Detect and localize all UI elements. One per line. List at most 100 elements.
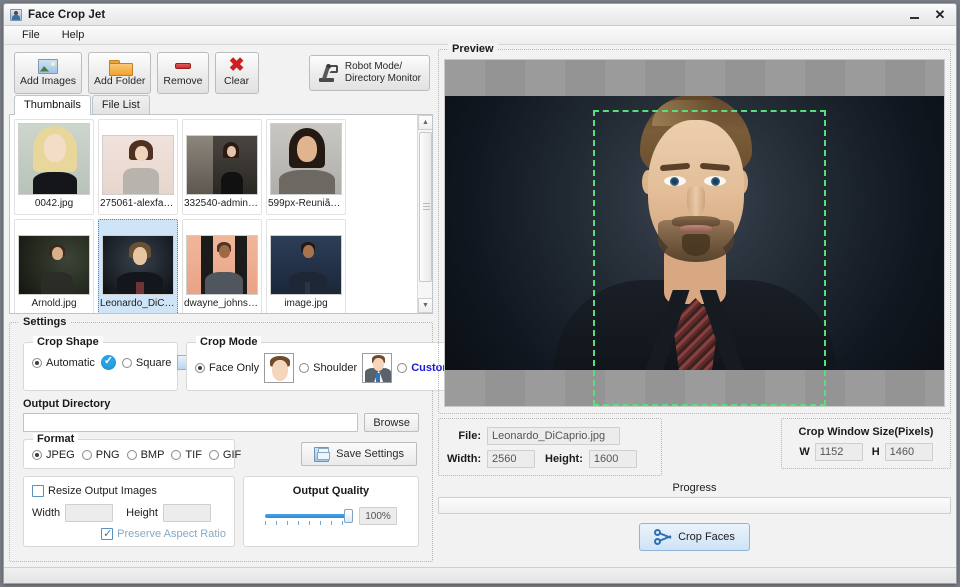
window-controls: ✕ [902,4,952,26]
list-item[interactable]: 0042.jpg [14,119,94,215]
app-window: Face Crop Jet ✕ File Help Add Images Add… [3,3,957,584]
width-label: Width: [447,453,482,465]
file-name-value: Leonardo_DiCaprio.jpg [487,427,620,445]
menu-item-help[interactable]: Help [52,27,95,43]
thumbnail-label: dwayne_johnso... [184,298,260,309]
save-settings-button[interactable]: Save Settings [301,442,417,466]
list-item[interactable]: 599px-Reunião... [266,119,346,215]
radio-format-tif[interactable]: TIF [171,449,202,461]
list-item[interactable]: dwayne_johnso... [182,219,262,313]
browse-button[interactable]: Browse [364,413,419,432]
list-item[interactable]: 332540-admin.jpg [182,119,262,215]
resize-height-input[interactable] [162,504,211,522]
list-item[interactable]: image.jpg [266,219,346,313]
preserve-aspect-ratio-checkbox[interactable]: Preserve Aspect Ratio [32,527,226,540]
crop-h-label: H [871,446,880,458]
output-quality-title: Output Quality [292,485,370,497]
scrollbar-thumb[interactable] [419,132,432,282]
crop-shape-group: Crop Shape Automatic Square [23,336,193,391]
scroll-down-arrow-icon[interactable]: ▼ [418,298,432,313]
radio-dot-icon [32,450,42,460]
minimize-button[interactable] [902,6,926,25]
scissors-icon [654,529,672,545]
add-folder-button[interactable]: Add Folder [88,51,152,94]
settings-content: Crop Shape Automatic Square [15,332,462,555]
resize-output-images-checkbox[interactable]: Resize Output Images [32,485,226,497]
radio-crop-shape-automatic[interactable]: Automatic [32,357,95,369]
radio-format-bmp[interactable]: BMP [126,449,165,461]
output-directory-input[interactable] [23,413,359,432]
crop-window-size-title: Crop Window Size(Pixels) [798,426,934,438]
tab-thumbnails[interactable]: Thumbnails [14,95,91,115]
minus-icon [174,57,191,75]
checkbox-icon [32,485,44,497]
radio-format-png[interactable]: PNG [81,449,120,461]
crop-mode-title: Crop Mode [196,336,262,348]
preview-group: Preview [438,43,951,414]
resize-height-label: Height [126,507,158,519]
thumbnail-image [18,235,90,295]
title-bar: Face Crop Jet ✕ [4,4,956,26]
resize-group: Resize Output Images Width Height Preser… [23,476,235,547]
preview-image-area[interactable] [444,59,945,407]
menu-item-file[interactable]: File [12,27,50,43]
radio-crop-shape-square[interactable]: Square [121,357,171,369]
output-quality-slider[interactable] [265,509,353,525]
thumbnail-label: 275061-alexfas... [100,198,176,209]
radio-format-jpeg[interactable]: JPEG [32,449,75,461]
format-bmp-label: BMP [140,449,165,461]
format-png-label: PNG [95,449,120,461]
list-item[interactable]: 275061-alexfas... [98,119,178,215]
list-item[interactable]: Arnold.jpg [14,219,94,313]
radio-crop-mode-face-only[interactable]: Face Only [195,362,259,374]
crop-w-input[interactable]: 1152 [814,443,863,461]
add-images-button[interactable]: Add Images [14,51,83,94]
crop-faces-button[interactable]: Crop Faces [639,523,750,551]
radio-dot-icon [208,450,219,460]
app-photo-icon [9,8,23,22]
scroll-up-arrow-icon[interactable]: ▲ [418,115,432,130]
file-info-group: File: Leonardo_DiCaprio.jpg Width: 2560 … [438,418,662,476]
slider-knob[interactable] [344,509,353,523]
clear-label: Clear [223,75,250,87]
robot-mode-button[interactable]: Robot Mode/ Directory Monitor [308,54,430,91]
close-button[interactable]: ✕ [928,6,952,25]
face-only-thumbnail-icon [264,353,295,383]
crop-selection-rectangle[interactable] [593,110,826,406]
output-quality-group: Output Quality 100% [243,476,419,547]
robot-mode-line1: Robot Mode/ [344,60,403,72]
checkbox-icon [101,527,114,540]
radio-dot-icon [299,363,310,373]
shape-mode-row: Crop Shape Automatic Square [23,336,462,391]
radio-dot-icon [195,363,205,373]
file-name-line: File: Leonardo_DiCaprio.jpg [447,427,653,445]
remove-button[interactable]: Remove [157,51,209,94]
width-value: 2560 [487,450,535,468]
preserve-aspect-ratio-label: Preserve Aspect Ratio [117,528,226,540]
format-group: Format JPEG PNG BMP TIF GIF [23,433,241,469]
crop-h-input[interactable]: 1460 [884,443,933,461]
thumbnail-label: Arnold.jpg [31,298,77,309]
resize-width-input[interactable] [65,504,114,522]
clear-button[interactable]: ✖ Clear [214,51,259,94]
preview-title: Preview [448,43,498,55]
crop-mode-group: Crop Mode Face Only Shoulder Custom [186,336,462,391]
progress-label: Progress [672,482,717,494]
tab-file-list[interactable]: File List [91,95,150,114]
thumbnails-scrollbar[interactable]: ▲ ▼ [417,115,432,313]
radio-format-gif[interactable]: GIF [208,449,241,461]
crop-faces-label: Crop Faces [678,531,735,543]
thumbnail-label: 332540-admin.jpg [184,198,260,209]
floppy-disk-icon [314,446,331,462]
radio-crop-mode-shoulder[interactable]: Shoulder [299,362,357,374]
crop-window-size-group: Crop Window Size(Pixels) W 1152 H 1460 [781,418,951,469]
blue-check-badge-icon [100,354,116,370]
list-item[interactable]: Leonardo_DiCa... [98,219,178,313]
height-label: Height: [545,453,583,465]
thumbnails-scroll-area[interactable]: 0042.jpg 275061-alexfas... 332540-admin.… [10,115,417,313]
toolbar: Add Images Add Folder Remove ✖ Clear Rob… [9,49,433,95]
file-info-row: File: Leonardo_DiCaprio.jpg Width: 2560 … [438,418,951,476]
format-row: Format JPEG PNG BMP TIF GIF Save Setting… [23,433,419,469]
thumbnail-image [186,135,258,195]
thumbnail-label: 0042.jpg [34,198,74,209]
